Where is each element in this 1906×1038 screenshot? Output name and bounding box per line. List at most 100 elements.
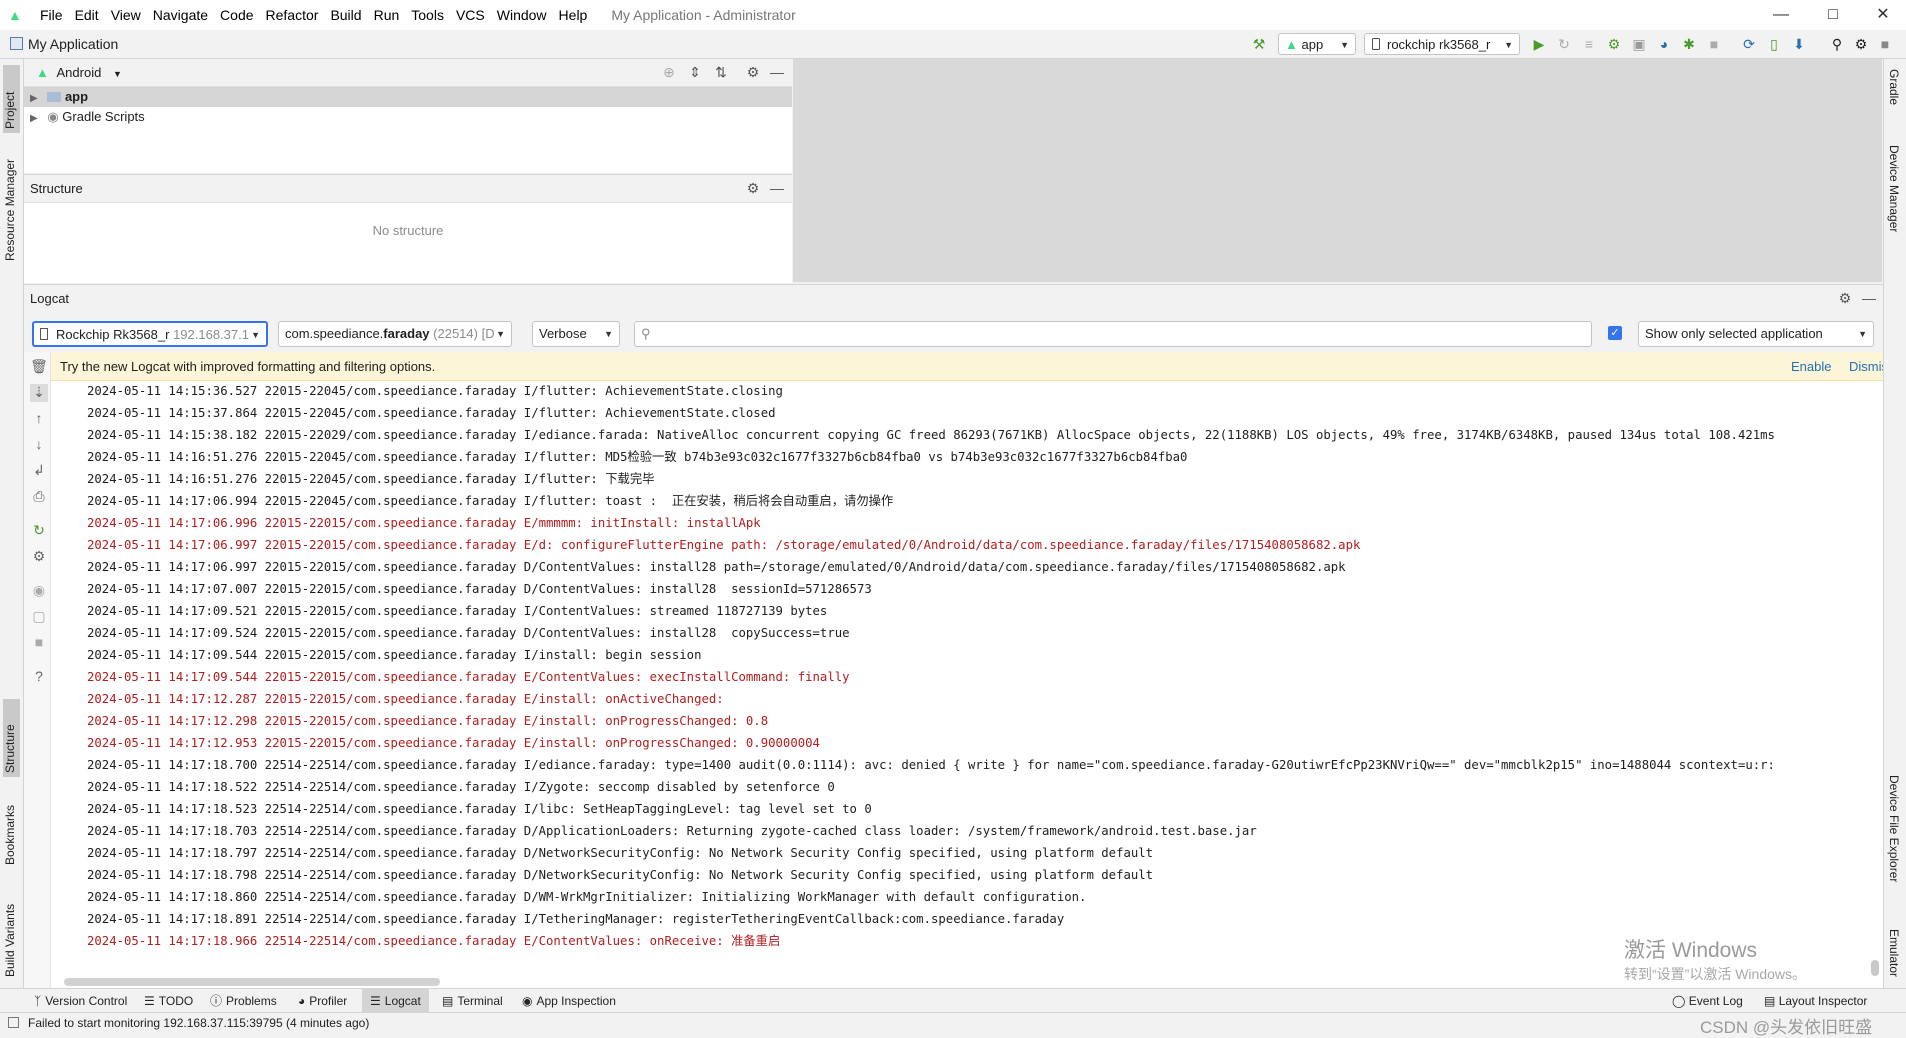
tool-tab-event-log[interactable]: ◯ Event Log — [1664, 989, 1751, 1013]
tool-tab-resource-manager[interactable]: Resource Manager — [3, 139, 17, 265]
close-icon[interactable]: ✕ — [1860, 0, 1906, 30]
build-hammer-icon[interactable]: ⚒ — [1250, 35, 1268, 53]
attach-debugger-icon[interactable]: ✱ — [1680, 35, 1698, 53]
log-lines[interactable]: 2024-05-11 14:15:36.527 22015-22045/com.… — [24, 380, 1883, 970]
tree-item-gradle-scripts[interactable]: ▶ ◉ Gradle Scripts — [24, 107, 792, 127]
logcat-process-select[interactable]: com.speediance.faraday (22514) [D ▼ — [278, 321, 512, 347]
profile-icon[interactable]: ◕ — [1655, 35, 1673, 53]
menu-help[interactable]: Help — [553, 7, 594, 23]
hide-panel-icon[interactable]: — — [768, 175, 786, 202]
device-manager-icon[interactable]: ▯ — [1765, 35, 1783, 53]
chevron-right-icon[interactable]: ▶ — [30, 113, 38, 124]
project-view-mode[interactable]: Android — [57, 65, 102, 80]
maximize-icon[interactable]: □ — [1810, 0, 1856, 30]
tool-tab-device-manager[interactable]: Device Manager — [1887, 141, 1901, 259]
tree-item-app[interactable]: ▶ app — [24, 87, 792, 107]
apply-changes-icon[interactable]: ≡ — [1580, 35, 1598, 53]
menu-edit[interactable]: Edit — [69, 7, 105, 23]
clear-logcat-icon[interactable]: 🗑 — [30, 358, 48, 376]
menu-navigate[interactable]: Navigate — [147, 7, 214, 23]
tool-tab-profiler[interactable]: ◕ Profiler — [290, 989, 355, 1013]
log-line: 2024-05-11 14:15:36.527 22015-22045/com.… — [87, 384, 783, 398]
menu-vcs[interactable]: VCS — [450, 7, 491, 23]
logcat-search-input[interactable] — [659, 324, 1583, 344]
tool-tab-version-control[interactable]: ᛉ Version Control — [26, 989, 135, 1013]
tool-tab-app-inspection[interactable]: ◉ App Inspection — [514, 989, 624, 1013]
android-icon: ▲ — [1285, 37, 1298, 52]
menu-tools[interactable]: Tools — [405, 7, 450, 23]
log-line: 2024-05-11 14:17:09.521 22015-22015/com.… — [87, 604, 828, 618]
tool-tab-emulator[interactable]: Emulator — [1887, 925, 1901, 993]
log-line: 2024-05-11 14:15:37.864 22015-22045/com.… — [87, 406, 776, 420]
sync-gradle-icon[interactable]: ⟳ — [1740, 35, 1758, 53]
device-select[interactable]: rockchip rk3568_r ▼ — [1364, 33, 1520, 55]
tool-tab-todo[interactable]: ☰ TODO — [136, 989, 201, 1013]
log-level-select[interactable]: Verbose ▼ — [532, 321, 620, 347]
tool-tab-terminal[interactable]: ▤ Terminal — [434, 989, 511, 1013]
structure-panel-header: Structure ⚙ — — [24, 175, 792, 203]
tool-tab-build-variants[interactable]: Build Variants — [3, 877, 17, 981]
menu-refactor[interactable]: Refactor — [260, 7, 325, 23]
rerun-icon[interactable]: ↻ — [1555, 35, 1573, 53]
tool-tab-problems[interactable]: ⓘ Problems — [202, 989, 285, 1013]
log-line: 2024-05-11 14:17:18.797 22514-22514/com.… — [87, 846, 1154, 860]
tab-label: Version Control — [45, 994, 128, 1008]
run-config-select[interactable]: ▲ app ▼ — [1278, 33, 1356, 55]
logcat-device-select[interactable]: Rockchip Rk3568_r 192.168.37.1 ▼ — [32, 321, 268, 347]
menu-file[interactable]: File — [34, 7, 69, 23]
bottom-tabs: ᛉ Version Control ☰ TODO ⓘ Problems ◕ Profiler ☰… — [26, 989, 926, 1013]
tool-tab-gradle[interactable]: Gradle — [1887, 65, 1901, 131]
log-line: 2024-05-11 14:17:18.703 22514-22514/com.… — [87, 824, 1257, 838]
menu-run[interactable]: Run — [368, 7, 406, 23]
run-icon[interactable]: ▶ — [1530, 35, 1548, 53]
tool-tab-project[interactable]: Project — [3, 65, 20, 133]
banner-enable-link[interactable]: Enable — [1791, 359, 1831, 374]
run-config-label: app — [1301, 37, 1324, 52]
editor-area[interactable] — [793, 59, 1882, 282]
project-breadcrumb[interactable]: My Application — [28, 36, 118, 52]
settings-gear-icon[interactable]: ⚙ — [1852, 35, 1870, 53]
tool-tab-layout-inspector[interactable]: ▤ Layout Inspector — [1756, 989, 1875, 1013]
search-everywhere-icon[interactable]: ⚲ — [1828, 35, 1846, 53]
collapse-all-icon[interactable]: ⇅ — [712, 59, 730, 86]
module-folder-icon — [47, 92, 62, 102]
chevron-right-icon[interactable]: ▶ — [30, 93, 38, 104]
debug-icon[interactable]: ⚙ — [1605, 35, 1623, 53]
select-opened-file-icon[interactable]: ⊕ — [660, 59, 678, 86]
logcat-filter-mode-select[interactable]: Show only selected application ▼ — [1638, 321, 1874, 347]
menu-code[interactable]: Code — [214, 7, 259, 23]
settings-gear-icon[interactable]: ⚙ — [1836, 290, 1854, 307]
stop-icon[interactable]: ■ — [1705, 35, 1723, 53]
tool-tab-device-file-explorer[interactable]: Device File Explorer — [1887, 771, 1901, 919]
tab-label: Logcat — [384, 994, 421, 1008]
vertical-scrollbar[interactable] — [1871, 960, 1879, 976]
regex-checkbox[interactable]: ✓ — [1608, 326, 1622, 340]
settings-gear-icon[interactable]: ⚙ — [744, 59, 762, 86]
coverage-icon[interactable]: ▣ — [1630, 35, 1648, 53]
expand-all-icon[interactable]: ⇕ — [686, 59, 704, 86]
tool-tab-logcat[interactable]: ☰ Logcat — [362, 989, 429, 1013]
tool-tab-structure[interactable]: Structure — [3, 699, 20, 777]
hide-panel-icon[interactable]: — — [1860, 290, 1878, 306]
sdk-manager-icon[interactable]: ⬇ — [1790, 35, 1808, 53]
menu-build[interactable]: Build — [324, 7, 367, 23]
status-window-icon[interactable] — [8, 1017, 19, 1028]
logcat-search-field[interactable]: ⚲ — [634, 321, 1592, 347]
menu-window[interactable]: Window — [491, 7, 553, 23]
device-name: Rockchip Rk3568_r — [56, 327, 170, 342]
tree-item-label: Gradle Scripts — [62, 109, 145, 124]
tool-tab-bookmarks[interactable]: Bookmarks — [3, 785, 17, 869]
horizontal-scrollbar[interactable] — [64, 978, 440, 986]
device-ip: 192.168.37.1 — [173, 327, 249, 342]
log-line: 2024-05-11 14:16:51.276 22015-22045/com.… — [87, 450, 1188, 464]
banner-dismiss-link[interactable]: Dismiss — [1849, 359, 1883, 374]
minimize-icon[interactable]: — — [1758, 0, 1804, 30]
settings-gear-icon[interactable]: ⚙ — [744, 175, 762, 202]
hide-panel-icon[interactable]: — — [768, 59, 786, 86]
account-icon[interactable]: ■ — [1876, 35, 1894, 53]
tab-label: Profiler — [309, 994, 348, 1008]
log-line: 2024-05-11 14:16:51.276 22015-22045/com.… — [87, 472, 655, 486]
menu-view[interactable]: View — [105, 7, 147, 23]
chevron-down-icon[interactable]: ▼ — [113, 69, 122, 79]
tab-label: TODO — [158, 994, 194, 1008]
